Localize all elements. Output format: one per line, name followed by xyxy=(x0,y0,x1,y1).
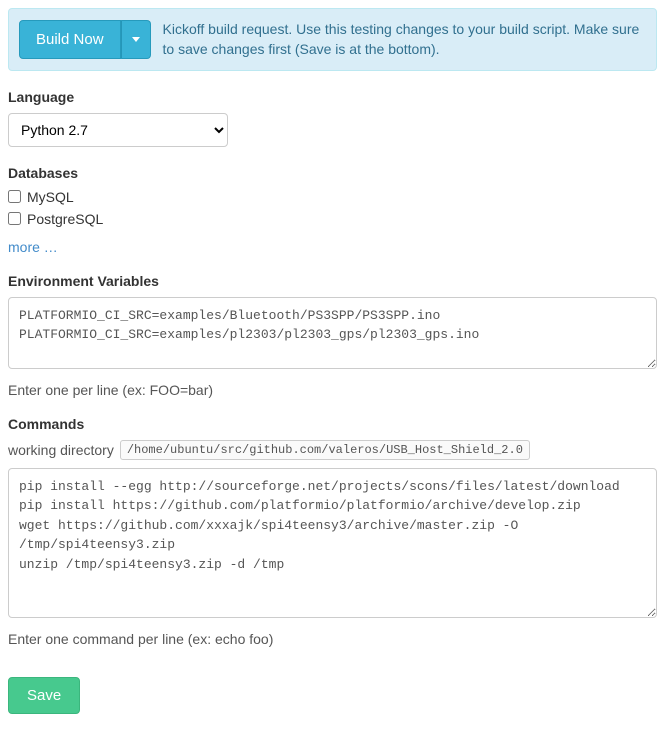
build-button-group: Build Now xyxy=(19,20,151,59)
alert-text: Kickoff build request. Use this testing … xyxy=(163,19,646,60)
envvars-hint: Enter one per line (ex: FOO=bar) xyxy=(8,382,657,398)
build-now-dropdown-toggle[interactable] xyxy=(121,20,151,59)
working-directory-row: working directory /home/ubuntu/src/githu… xyxy=(8,440,657,460)
working-directory-value: /home/ubuntu/src/github.com/valeros/USB_… xyxy=(120,440,530,460)
commands-hint: Enter one command per line (ex: echo foo… xyxy=(8,631,657,647)
mysql-checkbox[interactable] xyxy=(8,190,21,203)
build-now-button[interactable]: Build Now xyxy=(19,20,121,59)
chevron-down-icon xyxy=(132,37,140,42)
databases-more-link[interactable]: more … xyxy=(8,239,58,255)
database-row-mysql: MySQL xyxy=(8,189,657,205)
language-select[interactable]: Python 2.7 xyxy=(8,113,228,147)
save-button[interactable]: Save xyxy=(8,677,80,714)
working-directory-label: working directory xyxy=(8,442,114,458)
database-row-postgresql: PostgreSQL xyxy=(8,211,657,227)
postgresql-checkbox[interactable] xyxy=(8,212,21,225)
commands-label: Commands xyxy=(8,416,657,432)
commands-textarea[interactable] xyxy=(8,468,657,618)
databases-label: Databases xyxy=(8,165,657,181)
envvars-textarea[interactable] xyxy=(8,297,657,369)
language-label: Language xyxy=(8,89,657,105)
mysql-label: MySQL xyxy=(27,189,74,205)
postgresql-label: PostgreSQL xyxy=(27,211,103,227)
envvars-label: Environment Variables xyxy=(8,273,657,289)
kickoff-alert: Build Now Kickoff build request. Use thi… xyxy=(8,8,657,71)
